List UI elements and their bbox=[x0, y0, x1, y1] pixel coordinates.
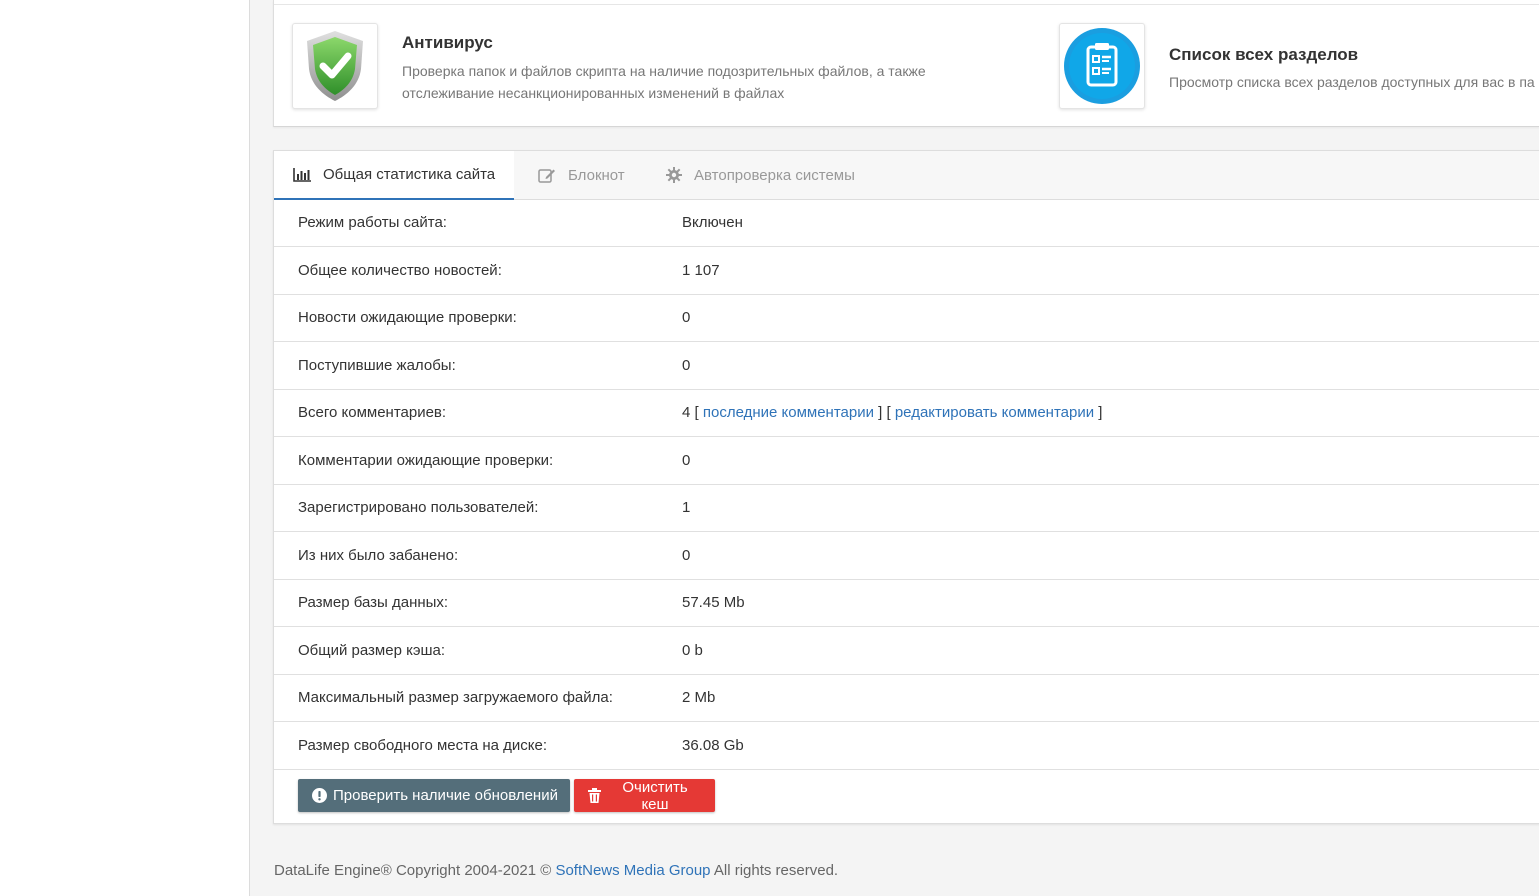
edit-icon bbox=[538, 167, 556, 183]
stat-label: Зарегистрировано пользователей: bbox=[298, 499, 539, 516]
antivirus-desc-line2: отслеживание несанкционированных изменен… bbox=[402, 85, 785, 101]
sections-desc: Просмотр списка всех разделов доступных … bbox=[1169, 74, 1535, 90]
stat-value-banned: 0 bbox=[682, 547, 691, 564]
softnews-link[interactable]: SoftNews Media Group bbox=[555, 862, 710, 879]
bracket-open: [ bbox=[694, 404, 699, 421]
stat-value: 0 bbox=[682, 357, 691, 374]
tab-notepad-label: Блокнот bbox=[568, 166, 625, 184]
stat-row-users-banned: Из них было забанено: 0 bbox=[274, 532, 1539, 580]
site-stats-panel: Общая статистика сайта Блокнот Автопрове… bbox=[273, 150, 1539, 824]
stat-value-comments: 4 [ последние комментарии ] [ редактиров… bbox=[682, 389, 1102, 436]
exclamation-circle-icon bbox=[312, 788, 327, 803]
stat-value: 36.08 Gb bbox=[682, 737, 744, 754]
shield-check-icon[interactable] bbox=[292, 23, 378, 109]
tab-autocheck-label: Автопроверка системы bbox=[694, 166, 855, 184]
antivirus-title[interactable]: Антивирус bbox=[402, 33, 493, 53]
stat-label: Режим работы сайта: bbox=[298, 214, 447, 231]
stat-label: Всего комментариев: bbox=[298, 404, 447, 421]
left-sidebar bbox=[0, 0, 250, 896]
stat-label: Из них было забанено: bbox=[298, 547, 459, 564]
stat-row-site-mode: Режим работы сайта: Включен bbox=[274, 199, 1539, 247]
clear-cache-button[interactable]: Очистить кеш bbox=[574, 778, 715, 813]
divider bbox=[274, 4, 1539, 5]
stat-value: 57.45 Mb bbox=[682, 594, 745, 611]
footer-copyright: DataLife Engine® Copyright 2004-2021 © bbox=[274, 862, 552, 879]
stat-label: Общий размер кэша: bbox=[298, 642, 446, 659]
stat-label: Новости ожидающие проверки: bbox=[298, 309, 517, 326]
stat-row-comments-total: Всего комментариев: 4 [ последние коммен… bbox=[274, 389, 1539, 437]
stat-label: Поступившие жалобы: bbox=[298, 357, 456, 374]
bar-chart-icon bbox=[293, 167, 311, 182]
stat-row-users-registered: Зарегистрировано пользователей: 1 bbox=[274, 484, 1539, 532]
sections-title[interactable]: Список всех разделов bbox=[1169, 45, 1358, 65]
stat-label: Размер базы данных: bbox=[298, 594, 449, 611]
stat-value: 0 b bbox=[682, 642, 703, 659]
stat-label: Комментарии ожидающие проверки: bbox=[298, 452, 554, 469]
stat-value: 0 bbox=[682, 452, 691, 469]
tab-notepad[interactable]: Блокнот bbox=[538, 151, 625, 199]
gear-icon bbox=[666, 167, 682, 183]
stat-row-db-size: Размер базы данных: 57.45 Mb bbox=[274, 579, 1539, 627]
tab-site-stats[interactable]: Общая статистика сайта bbox=[274, 151, 515, 200]
tab-autocheck[interactable]: Автопроверка системы bbox=[666, 151, 855, 199]
stat-value: Включен bbox=[682, 214, 743, 231]
bracket-separator: ] [ bbox=[878, 404, 891, 421]
antivirus-desc-line1: Проверка папок и файлов скрипта на налич… bbox=[402, 63, 926, 79]
stat-value: 2 Mb bbox=[682, 689, 716, 706]
stat-value: 1 bbox=[682, 499, 691, 516]
quick-actions-panel: Антивирус Проверка папок и файлов скрипт… bbox=[273, 0, 1539, 127]
stat-row-comments-pending: Комментарии ожидающие проверки: 0 bbox=[274, 437, 1539, 485]
comments-count: 4 bbox=[682, 404, 691, 421]
footer: DataLife Engine® Copyright 2004-2021 © S… bbox=[274, 862, 838, 879]
stat-label: Общее количество новостей: bbox=[298, 262, 502, 279]
stat-label: Размер свободного места на диске: bbox=[298, 737, 548, 754]
latest-comments-link[interactable]: последние комментарии bbox=[703, 404, 874, 421]
stat-row-cache-size: Общий размер кэша: 0 b bbox=[274, 627, 1539, 675]
stat-row-news-total: Общее количество новостей: 1 107 bbox=[274, 247, 1539, 295]
clipboard-list-icon[interactable] bbox=[1059, 23, 1145, 109]
stat-row-max-upload: Максимальный размер загружаемого файла: … bbox=[274, 674, 1539, 722]
stat-value: 0 bbox=[682, 309, 691, 326]
tab-site-stats-label: Общая статистика сайта bbox=[323, 166, 496, 183]
stat-row-news-pending: Новости ожидающие проверки: 0 bbox=[274, 294, 1539, 342]
stat-row-free-disk: Размер свободного места на диске: 36.08 … bbox=[274, 722, 1539, 770]
bracket-close: ] bbox=[1098, 404, 1103, 421]
check-updates-button[interactable]: Проверить наличие обновлений bbox=[298, 779, 570, 812]
edit-comments-link[interactable]: редактировать комментарии bbox=[895, 404, 1094, 421]
stat-label: Максимальный размер загружаемого файла: bbox=[298, 689, 613, 706]
check-updates-label: Проверить наличие обновлений bbox=[333, 787, 558, 804]
tab-bar: Общая статистика сайта Блокнот Автопрове… bbox=[274, 151, 1539, 200]
stat-row-complaints: Поступившие жалобы: 0 bbox=[274, 342, 1539, 390]
trash-icon bbox=[588, 788, 601, 803]
stat-value: 1 107 bbox=[682, 262, 720, 279]
footer-rights: All rights reserved. bbox=[713, 862, 839, 879]
clear-cache-label: Очистить кеш bbox=[622, 778, 688, 813]
